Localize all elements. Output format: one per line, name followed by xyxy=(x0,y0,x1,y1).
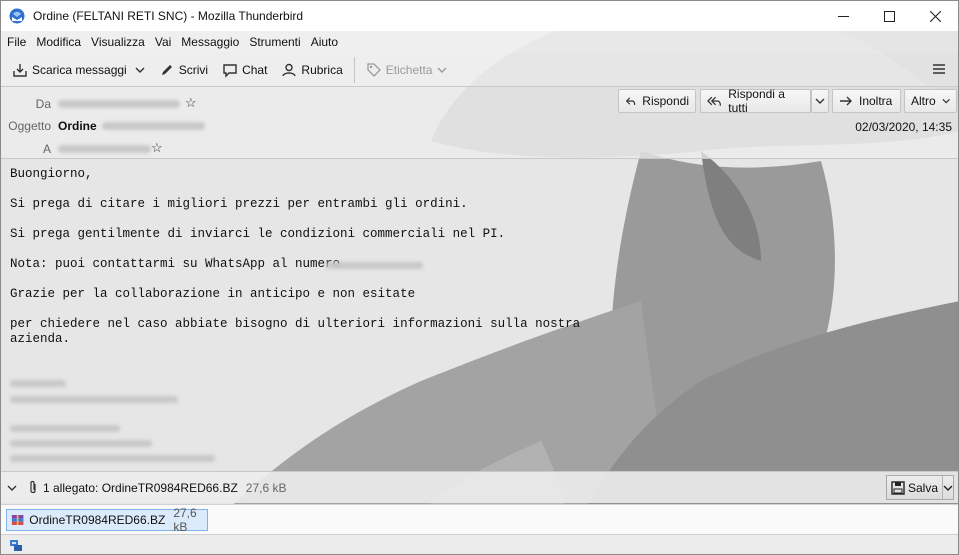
write-button[interactable]: Scrivi xyxy=(154,57,213,83)
from-label: Da xyxy=(35,97,51,111)
body-paragraph: Nota: puoi contattarmi su WhatsApp al nu… xyxy=(10,257,341,271)
maximize-icon xyxy=(883,10,895,22)
get-messages-dropdown[interactable] xyxy=(132,57,148,83)
attachment-summary: 1 allegato: OrdineTR0984RED66.BZ xyxy=(43,480,238,495)
chat-bubble-icon xyxy=(223,63,237,78)
minimize-button[interactable] xyxy=(820,1,866,31)
star-icon[interactable]: ☆ xyxy=(151,140,163,156)
window-title: Ordine (FELTANI RETI SNC) - Mozilla Thun… xyxy=(33,9,304,23)
reply-label: Rispondi xyxy=(642,94,689,108)
save-main[interactable]: Salva xyxy=(887,476,944,499)
menu-go[interactable]: Vai xyxy=(155,35,171,49)
message-header: Da ☆ Oggetto Ordine A ☆ Rispondi Rispond… xyxy=(1,87,958,159)
signature-redacted xyxy=(10,380,66,387)
save-label: Salva xyxy=(908,480,939,495)
chevron-down-icon xyxy=(942,98,950,104)
signature-redacted xyxy=(10,425,120,432)
get-messages-label: Scarica messaggi xyxy=(32,62,127,77)
reply-all-icon xyxy=(707,96,721,106)
message-date: 02/03/2020, 14:35 xyxy=(855,120,952,134)
attachment-list: OrdineTR0984RED66.BZ 27,6 kB xyxy=(1,504,958,534)
attachment-summary-size: 27,6 kB xyxy=(245,480,287,495)
contacts-icon xyxy=(282,63,297,76)
menu-edit[interactable]: Modifica xyxy=(36,35,81,49)
get-messages-button[interactable]: Scarica messaggi xyxy=(7,57,132,83)
chat-button[interactable]: Chat xyxy=(217,57,272,83)
to-address-redacted xyxy=(58,145,151,153)
chevron-down-icon xyxy=(943,485,953,491)
more-button[interactable]: Altro xyxy=(904,89,957,113)
chevron-down-icon xyxy=(815,98,825,104)
title-bar: Ordine (FELTANI RETI SNC) - Mozilla Thun… xyxy=(1,1,958,31)
message-body: Buongiorno, Si prega di citare i miglior… xyxy=(1,159,958,469)
forward-arrow-icon xyxy=(840,96,852,106)
attachment-item[interactable]: OrdineTR0984RED66.BZ 27,6 kB xyxy=(6,506,208,534)
to-label: A xyxy=(42,142,51,156)
phone-number-redacted xyxy=(326,262,423,269)
save-dropdown[interactable] xyxy=(943,485,953,491)
signature-redacted xyxy=(10,440,152,447)
minimize-icon xyxy=(837,15,849,17)
reply-icon xyxy=(625,97,636,106)
close-button[interactable] xyxy=(912,1,958,31)
more-label: Altro xyxy=(911,94,936,108)
menu-view[interactable]: Visualizza xyxy=(91,35,145,49)
reply-button[interactable]: Rispondi xyxy=(618,89,696,113)
write-label: Scrivi xyxy=(178,62,209,77)
attachment-name: OrdineTR0984RED66.BZ xyxy=(29,513,166,527)
attachment-size: 27,6 kB xyxy=(173,506,197,534)
hamburger-menu-icon xyxy=(933,64,945,74)
thunderbird-app-icon xyxy=(9,8,25,24)
menu-tools[interactable]: Strumenti xyxy=(249,35,300,49)
body-paragraph: Si prega gentilmente di inviarci le cond… xyxy=(10,227,506,241)
tag-icon xyxy=(367,62,381,77)
chevron-down-icon xyxy=(437,67,447,73)
reply-all-dropdown[interactable] xyxy=(811,89,829,113)
main-toolbar: Scarica messaggi Scrivi Chat Rubrica Eti… xyxy=(1,53,958,87)
subject-redacted xyxy=(102,122,205,130)
pencil-icon xyxy=(161,64,172,75)
status-bar xyxy=(1,534,958,554)
close-icon xyxy=(929,10,941,22)
download-icon xyxy=(13,63,27,77)
app-menu-button[interactable] xyxy=(932,62,946,79)
reply-all-label: Rispondi a tutti xyxy=(728,87,785,115)
floppy-disk-icon xyxy=(891,480,905,495)
tag-button[interactable]: Etichetta xyxy=(361,57,453,83)
menu-file[interactable]: File xyxy=(7,35,26,49)
forward-button[interactable]: Inoltra xyxy=(832,89,901,113)
body-greeting: Buongiorno, xyxy=(10,167,93,181)
chat-label: Chat xyxy=(242,62,268,77)
star-icon[interactable]: ☆ xyxy=(185,95,197,111)
body-paragraph: Si prega di citare i migliori prezzi per… xyxy=(10,197,468,211)
subject-text: Ordine xyxy=(58,119,97,133)
signature-redacted xyxy=(10,396,178,403)
address-book-label: Rubrica xyxy=(301,62,343,77)
address-book-button[interactable]: Rubrica xyxy=(276,57,347,83)
forward-label: Inoltra xyxy=(859,94,893,108)
menu-message[interactable]: Messaggio xyxy=(181,35,239,49)
attachment-bar: 1 allegato: OrdineTR0984RED66.BZ 27,6 kB… xyxy=(1,471,958,503)
signature-redacted xyxy=(10,455,215,462)
body-paragraph: per chiedere nel caso abbiate bisogno di… xyxy=(10,317,581,346)
tag-label: Etichetta xyxy=(385,62,433,77)
save-attachment-button[interactable]: Salva xyxy=(886,475,954,500)
attachment-toggle[interactable] xyxy=(7,482,19,494)
body-paragraph: Grazie per la collaborazione in anticipo… xyxy=(10,287,416,301)
paperclip-icon xyxy=(30,480,36,493)
maximize-button[interactable] xyxy=(866,1,912,31)
chevron-down-icon xyxy=(135,67,145,73)
thunderbird-window: Ordine (FELTANI RETI SNC) - Mozilla Thun… xyxy=(0,0,959,555)
chevron-down-icon xyxy=(7,485,17,491)
menu-bar: File Modifica Visualizza Vai Messaggio S… xyxy=(1,31,958,53)
reply-all-button[interactable]: Rispondi a tutti xyxy=(700,87,811,115)
subject-label: Oggetto xyxy=(8,119,51,133)
toolbar-separator xyxy=(353,56,355,83)
network-status-icon[interactable] xyxy=(9,539,23,553)
from-address-redacted xyxy=(58,100,180,108)
archive-file-icon xyxy=(11,515,24,525)
menu-help[interactable]: Aiuto xyxy=(311,35,338,49)
